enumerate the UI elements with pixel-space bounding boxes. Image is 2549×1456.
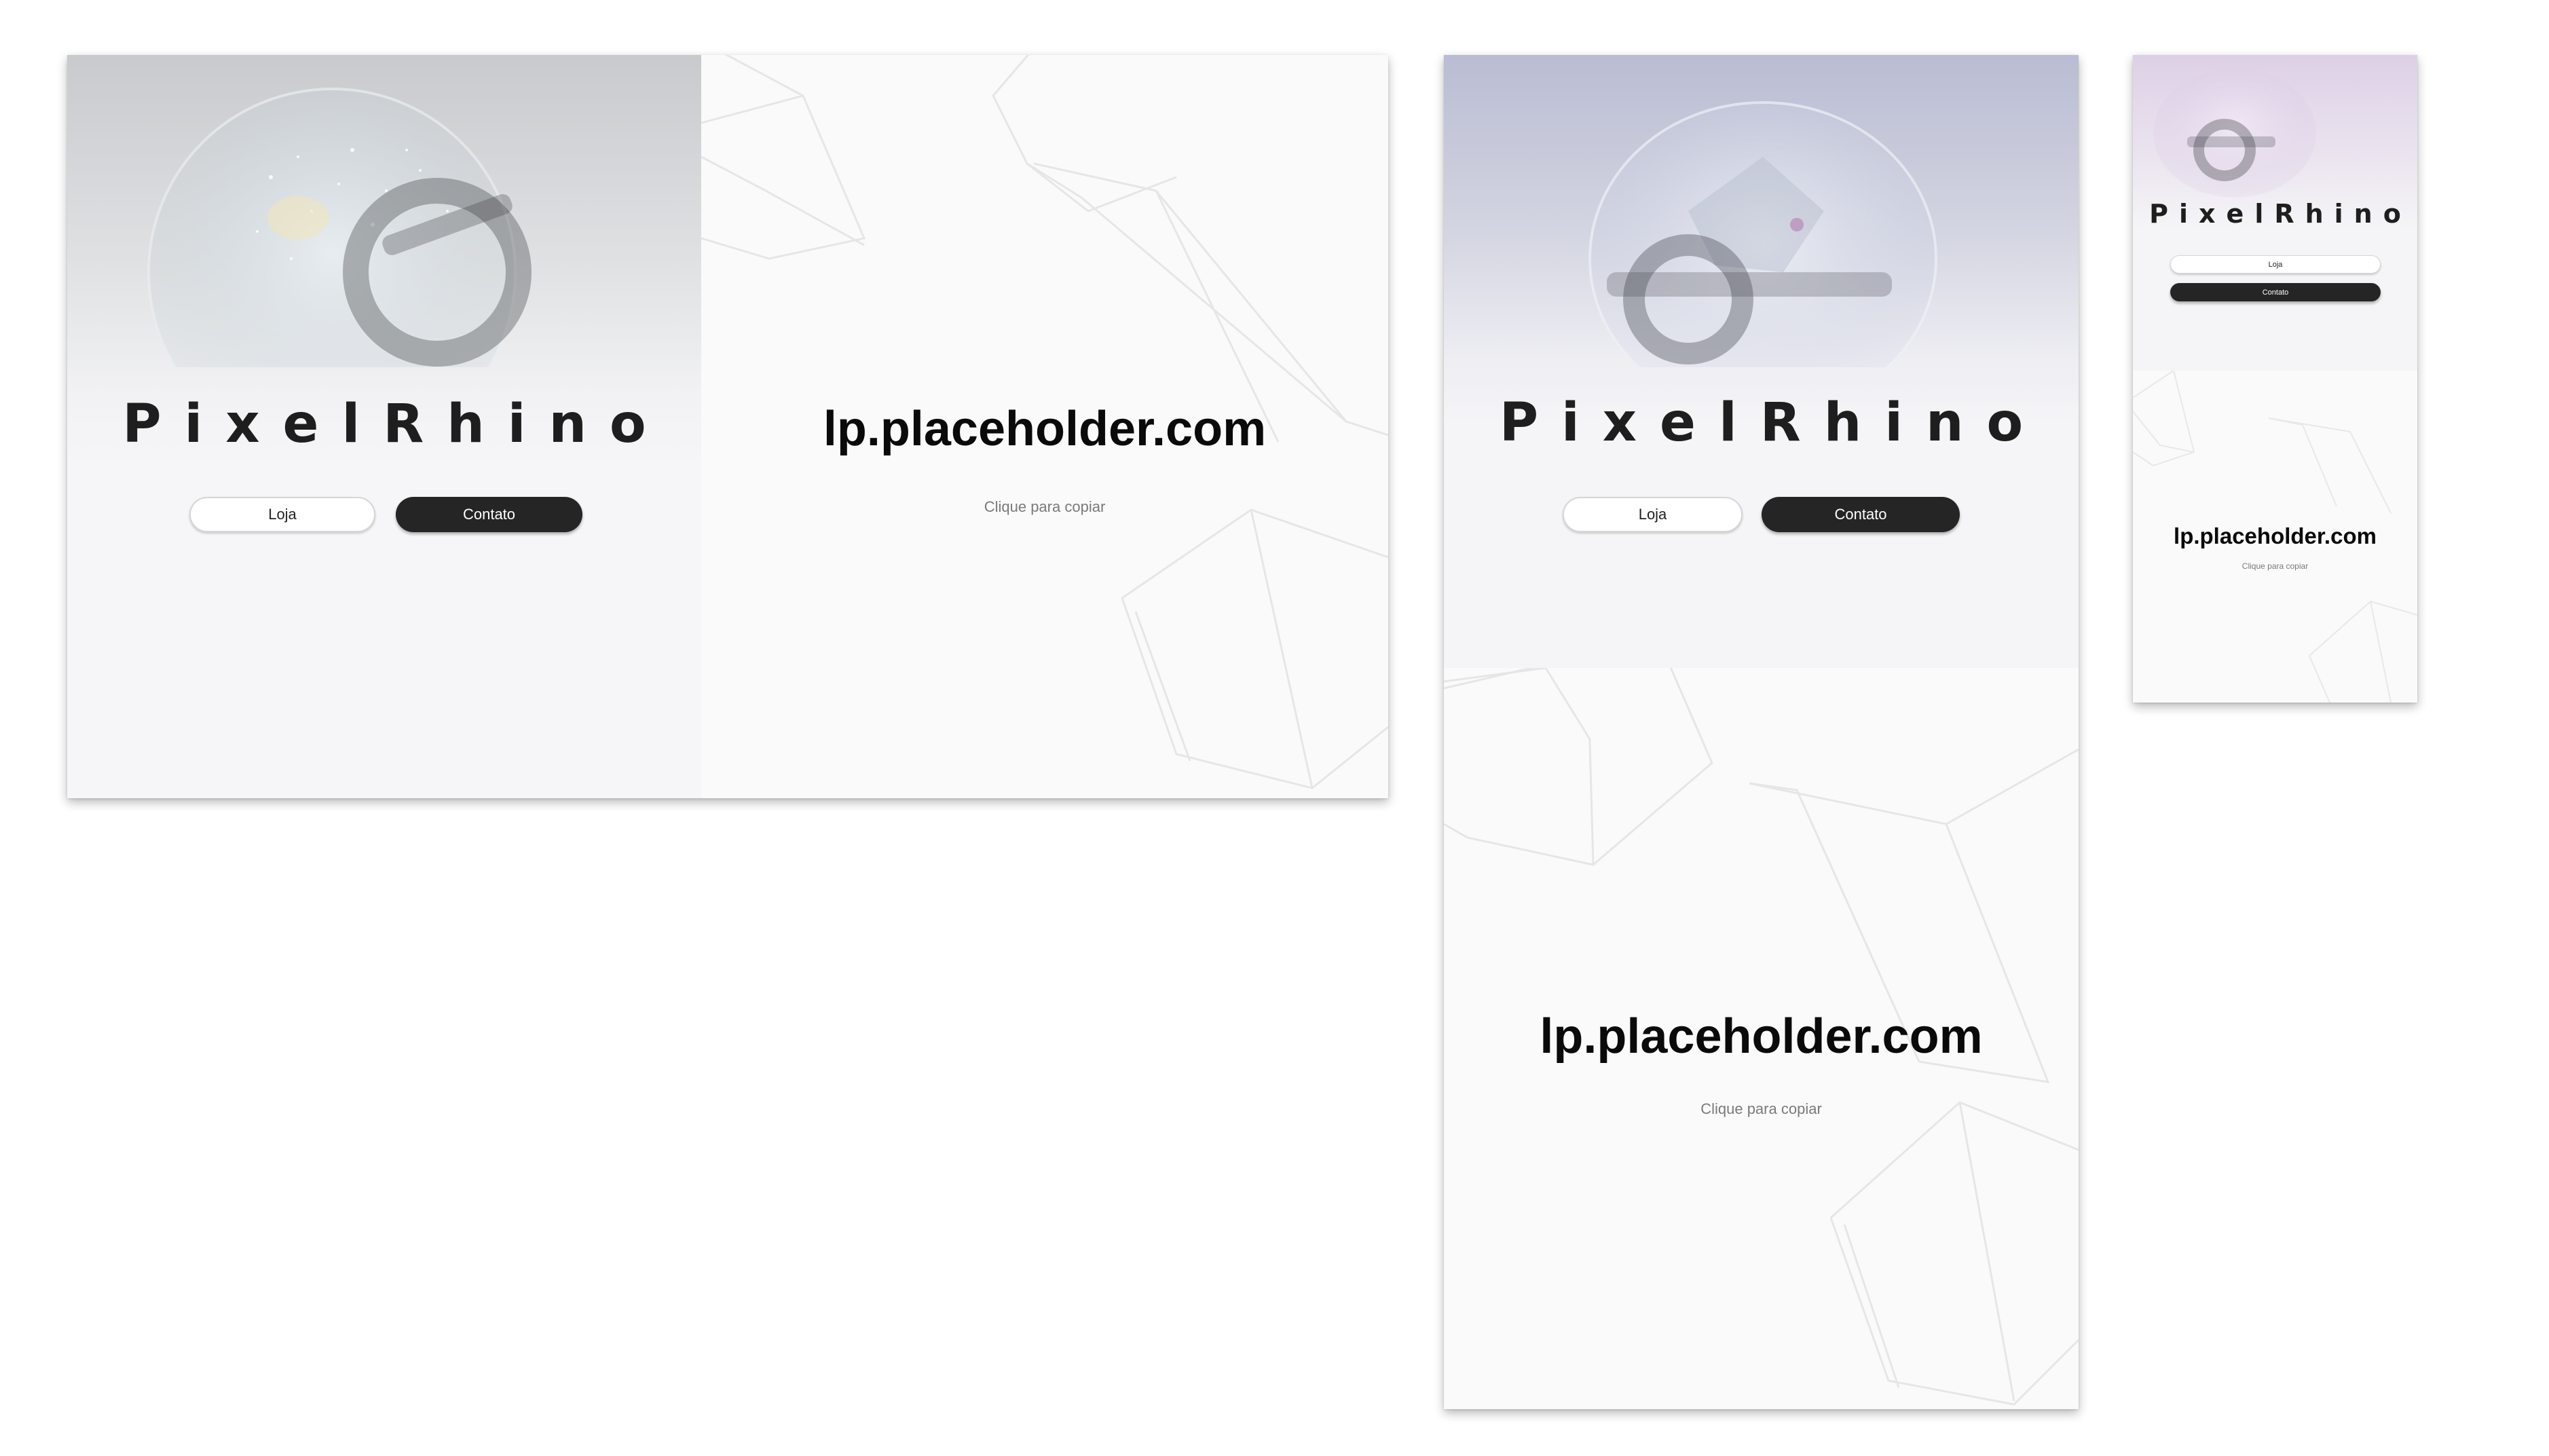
server-ip[interactable]: lp.placeholder.com [1444,1009,2079,1064]
shop-button[interactable]: Loja [2170,255,2381,274]
contact-button[interactable]: Contato [2170,283,2381,301]
copy-hint: Clique para copiar [1700,1100,1822,1117]
shop-button[interactable]: Loja [189,497,375,532]
desktop-frame: PixelRhino Loja Contato lp.placeholder.c… [67,55,1388,798]
server-ip[interactable]: lp.placeholder.com [701,401,1388,457]
contact-button[interactable]: Contato [396,497,582,532]
hero-panel: PixelRhino Loja Contato [1444,55,2079,668]
copy-hint: Clique para copiar [984,498,1106,515]
tablet-frame: PixelRhino Loja Contato lp.placeholder.c… [1444,55,2079,1409]
hero-panel: PixelRhino Loja Contato [2133,55,2417,371]
copy-hint: Clique para copiar [2241,561,2309,571]
shop-button[interactable]: Loja [1563,497,1743,532]
pokeball-icon [1588,101,1937,367]
brand-title: PixelRhino [1444,392,2079,453]
mobile-frame: PixelRhino Loja Contato lp.placeholder.c… [2133,55,2417,703]
pokeball-icon [2153,69,2316,198]
brand-name: PixelRhino [1499,392,2047,453]
brand-name: PixelRhino [2149,199,2412,229]
hero-panel: PixelRhino Loja Contato [67,55,701,798]
pokeball-icon [147,88,532,367]
brand-title: PixelRhino [67,394,701,455]
brand-name: PixelRhino [122,394,669,455]
contact-button[interactable]: Contato [1762,497,1960,532]
brand-title: PixelRhino [2133,199,2417,229]
server-ip[interactable]: lp.placeholder.com [2133,523,2417,549]
